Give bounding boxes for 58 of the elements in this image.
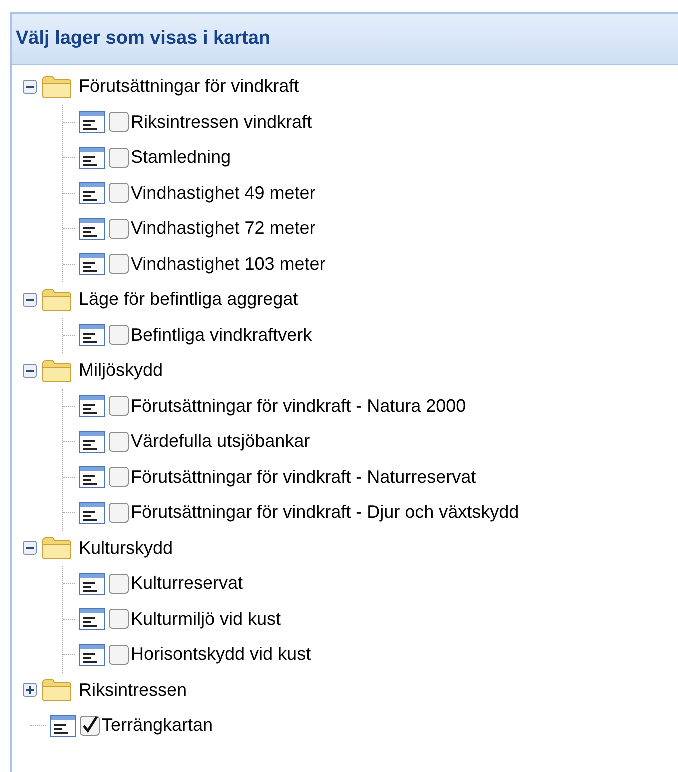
collapse-icon[interactable]: [22, 362, 38, 379]
layer-label[interactable]: Vindhastighet 49 meter: [131, 180, 316, 207]
checkbox[interactable]: [80, 716, 100, 736]
legend-icon[interactable]: [79, 502, 105, 524]
legend-icon[interactable]: [79, 572, 105, 595]
legend-icon[interactable]: [79, 146, 105, 169]
legend-icon[interactable]: [79, 430, 105, 453]
layer-label[interactable]: Horisontskydd vid kust: [131, 641, 312, 668]
legend-icon[interactable]: [79, 253, 105, 276]
folder-icon: [42, 74, 72, 100]
folder-icon: [42, 358, 72, 384]
folder-label[interactable]: Kulturskydd: [79, 534, 174, 562]
folder-icon: [42, 677, 72, 704]
legend-icon[interactable]: [50, 714, 76, 737]
collapse-icon[interactable]: [22, 292, 38, 308]
layer-label[interactable]: Kulturreservat: [131, 570, 244, 598]
folder-label[interactable]: Läge för befintliga aggregat: [79, 286, 298, 314]
layer-label[interactable]: Riksintressen vindkraft: [131, 108, 312, 136]
checkbox[interactable]: [109, 148, 129, 168]
legend-icon[interactable]: [79, 644, 105, 666]
checkbox[interactable]: [109, 218, 129, 239]
checkbox[interactable]: [109, 254, 129, 274]
layer-label[interactable]: Kulturmiljö vid kust: [131, 606, 282, 633]
checkbox[interactable]: [109, 432, 129, 452]
folder-icon: [42, 535, 72, 562]
checkbox[interactable]: [109, 467, 129, 488]
layer-label[interactable]: Förutsättningar för vindkraft - Djur och växtskydd: [131, 499, 520, 526]
checkbox[interactable]: [109, 644, 129, 665]
layer-label[interactable]: Stamledning: [131, 144, 232, 172]
legend-icon[interactable]: [79, 182, 105, 204]
legend-icon[interactable]: [79, 324, 105, 346]
checkbox[interactable]: [109, 502, 129, 523]
collapse-icon[interactable]: [22, 540, 38, 556]
checkbox[interactable]: [109, 396, 129, 416]
layer-label[interactable]: Värdefulla utsjöbankar: [131, 428, 310, 456]
layer-label[interactable]: Förutsättningar för vindkraft - Naturreservat: [131, 464, 476, 491]
layer-label[interactable]: Vindhastighet 72 meter: [131, 215, 316, 242]
folder-label[interactable]: Förutsättningar för vindkraft: [79, 73, 300, 100]
folder-label[interactable]: Riksintressen: [79, 676, 188, 704]
layer-label[interactable]: Förutsättningar för vindkraft - Natura 2000: [131, 392, 466, 420]
checkbox[interactable]: [109, 112, 129, 132]
panel-title: Välj lager som visas i kartan: [16, 26, 271, 51]
checkbox[interactable]: [109, 183, 129, 204]
legend-icon[interactable]: [79, 395, 105, 418]
expand-icon[interactable]: [22, 682, 38, 698]
collapse-icon[interactable]: [22, 78, 38, 95]
folder-label[interactable]: Miljöskydd: [79, 357, 164, 384]
folder-icon: [42, 286, 72, 313]
legend-icon[interactable]: [79, 608, 105, 630]
layer-label[interactable]: Terrängkartan: [102, 712, 214, 740]
layer-label[interactable]: Vindhastighet 103 meter: [131, 250, 326, 278]
checkbox[interactable]: [109, 325, 129, 346]
checkbox[interactable]: [109, 609, 129, 630]
legend-icon[interactable]: [79, 218, 105, 240]
layer-label[interactable]: Befintliga vindkraftverk: [131, 322, 312, 349]
checkbox[interactable]: [109, 574, 129, 594]
legend-icon[interactable]: [79, 111, 105, 134]
legend-icon[interactable]: [79, 466, 105, 488]
